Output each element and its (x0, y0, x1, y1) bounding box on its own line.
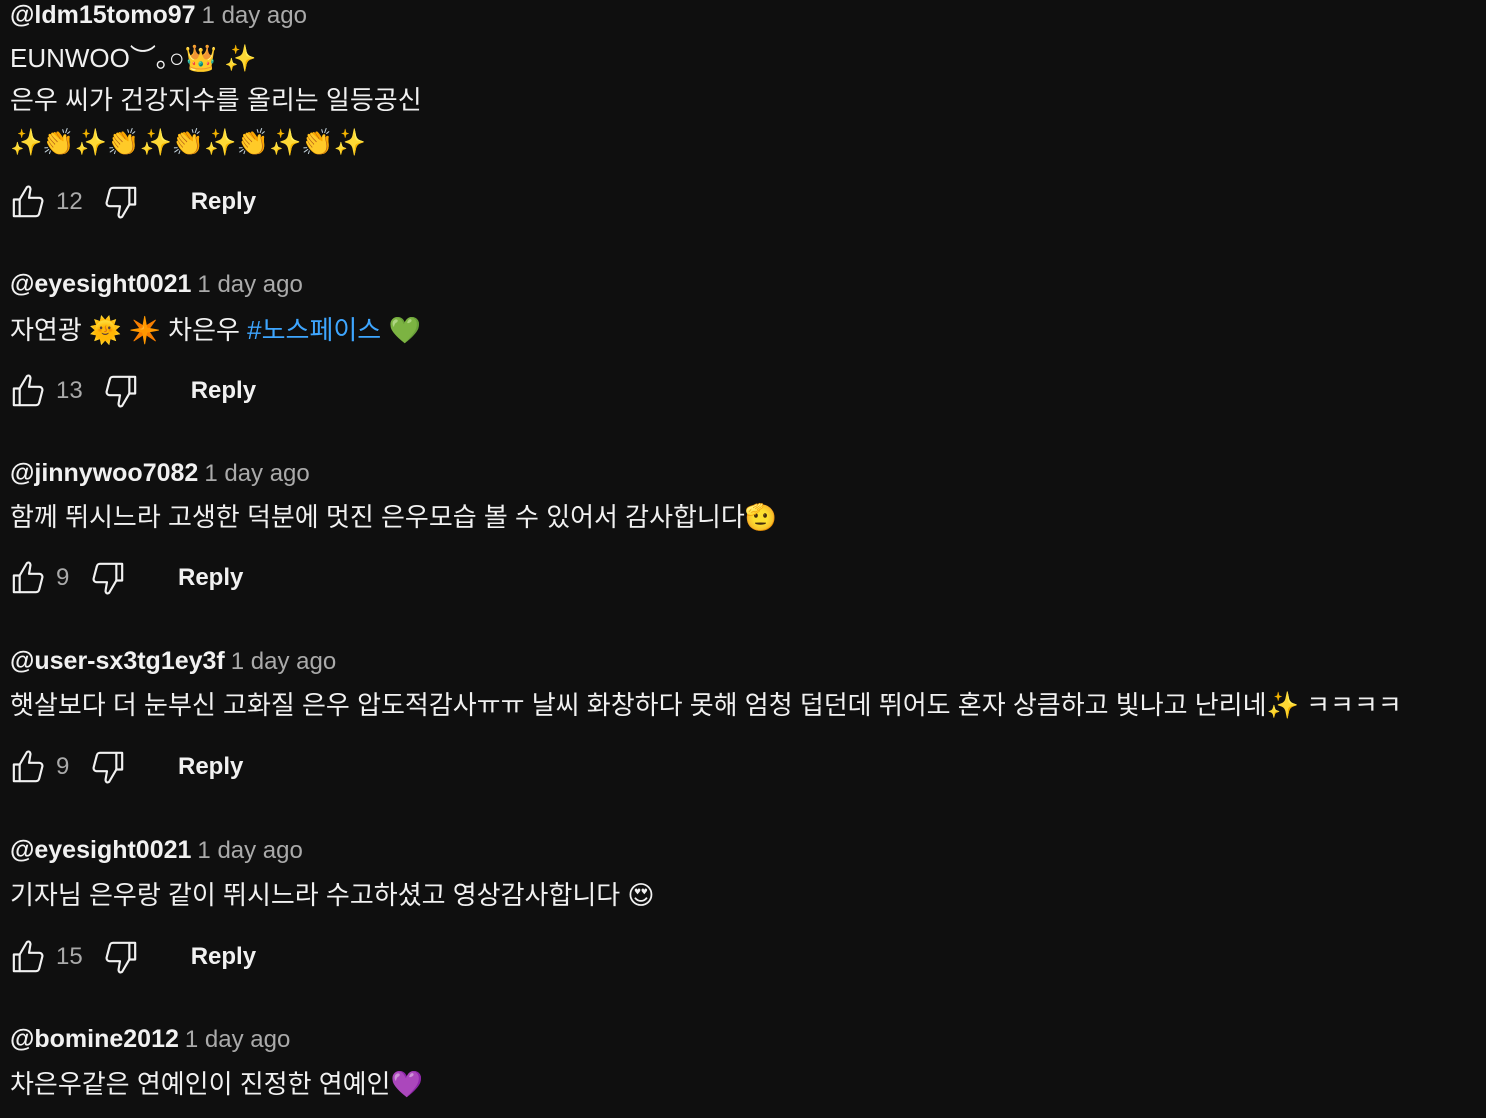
like-count: 15 (56, 943, 83, 970)
comment-action-bar: 15 Reply (6, 935, 256, 979)
comment-author[interactable]: @bomine2012 (10, 1025, 179, 1053)
thumbs-up-icon (12, 561, 44, 594)
comment-text-line: 햇살보다 더 눈부신 고화질 은우 압도적감사ㅠㅠ 날씨 화창하다 못해 엄청 … (10, 684, 1402, 726)
like-button[interactable] (6, 935, 50, 979)
comment-text: 함께 뛰시느라 고생한 덕분에 멋진 은우모습 볼 수 있어서 감사합니다🫡 (10, 496, 777, 538)
reply-button[interactable]: Reply (191, 943, 256, 971)
comment-header: @eyesight0021 1 day ago (10, 269, 303, 299)
comment-text-segment: EUNWOO︶｡○👑 ✨ (10, 43, 257, 73)
comment-text: EUNWOO︶｡○👑 ✨ 은우 씨가 건강지수를 올리는 일등공신 ✨👏✨👏✨👏✨👏… (10, 37, 422, 163)
comment-text: 햇살보다 더 눈부신 고화질 은우 압도적감사ㅠㅠ 날씨 화창하다 못해 엄청 … (10, 684, 1402, 726)
comment-text-segment: 햇살보다 더 눈부신 고화질 은우 압도적감사ㅠㅠ 날씨 화창하다 못해 엄청 … (10, 690, 1402, 720)
comment-action-bar: 12 Reply (6, 180, 256, 224)
comment-timestamp[interactable]: 1 day ago (185, 1026, 290, 1053)
thumbs-down-icon (105, 375, 136, 408)
reply-button[interactable]: Reply (191, 377, 256, 405)
reply-button[interactable]: Reply (178, 753, 243, 781)
dislike-button[interactable] (99, 369, 143, 413)
like-count: 9 (56, 564, 70, 591)
comment-text: 자연광 🌞 ✴️ 차은우 #노스페이스 💚 (10, 309, 421, 351)
comment-timestamp[interactable]: 1 day ago (197, 837, 302, 864)
comment-author[interactable]: @user-sx3tg1ey3f (10, 647, 225, 675)
comment-timestamp[interactable]: 1 day ago (197, 271, 302, 298)
comment-author[interactable]: @jinnywoo7082 (10, 459, 198, 487)
like-count: 9 (56, 753, 70, 780)
comment-header: @bomine2012 1 day ago (10, 1024, 290, 1054)
comment-text-segment: 💚 (381, 315, 421, 345)
thumbs-up-icon (12, 185, 44, 218)
thumbs-down-icon (92, 562, 124, 595)
thumbs-up-icon (12, 374, 44, 407)
comment-text-line: 은우 씨가 건강지수를 올리는 일등공신 (10, 79, 422, 121)
like-button[interactable] (6, 369, 50, 413)
comment-header: @ldm15tomo97 1 day ago (10, 0, 307, 30)
comment-action-bar: 13 Reply (6, 369, 256, 413)
comment-timestamp[interactable]: 1 day ago (202, 2, 307, 29)
comment-text-line: 차은우같은 연예인이 진정한 연예인💜 (10, 1063, 423, 1105)
comment-author[interactable]: @eyesight0021 (10, 270, 191, 298)
comment-text-segment: 함께 뛰시느라 고생한 덕분에 멋진 은우모습 볼 수 있어서 감사합니다🫡 (10, 502, 778, 532)
comment-text-segment: 자연광 🌞 ✴️ 차은우 (10, 315, 248, 345)
thumbs-down-icon (92, 751, 124, 784)
comment-text-line: ✨👏✨👏✨👏✨👏✨👏✨ (10, 121, 422, 163)
comment-text-line: 자연광 🌞 ✴️ 차은우 #노스페이스 💚 (10, 309, 421, 351)
comment-header: @jinnywoo7082 1 day ago (10, 458, 310, 488)
like-count: 13 (56, 377, 83, 404)
hashtag-link[interactable]: #노스페이스 (247, 315, 381, 345)
thumbs-up-icon (12, 750, 44, 783)
like-count: 12 (56, 188, 83, 215)
thumbs-up-icon (12, 940, 44, 973)
dislike-button[interactable] (86, 745, 130, 789)
reply-button[interactable]: Reply (178, 564, 243, 592)
reply-button[interactable]: Reply (191, 188, 256, 216)
thumbs-down-icon (105, 186, 136, 219)
like-button[interactable] (6, 556, 50, 600)
thumbs-down-icon (105, 941, 136, 974)
dislike-button[interactable] (99, 935, 143, 979)
comment-header: @user-sx3tg1ey3f 1 day ago (10, 646, 336, 676)
dislike-button[interactable] (99, 180, 143, 224)
comment-author[interactable]: @ldm15tomo97 (10, 1, 196, 29)
comment-timestamp[interactable]: 1 day ago (204, 460, 309, 487)
dislike-button[interactable] (86, 556, 130, 600)
like-button[interactable] (6, 180, 50, 224)
comment-text-segment: 은우 씨가 건강지수를 올리는 일등공신 (10, 85, 422, 115)
comment-text-line: 함께 뛰시느라 고생한 덕분에 멋진 은우모습 볼 수 있어서 감사합니다🫡 (10, 496, 777, 538)
comment-text: 차은우같은 연예인이 진정한 연예인💜 (10, 1063, 423, 1105)
comment-text-segment: 기자님 은우랑 같이 뛰시느라 수고하셨고 영상감사합니다 😍 (10, 880, 655, 910)
comment-text-segment: ✨👏✨👏✨👏✨👏✨👏✨ (10, 127, 367, 157)
comment-author[interactable]: @eyesight0021 (10, 836, 191, 864)
comment-text-line: EUNWOO︶｡○👑 ✨ (10, 37, 422, 79)
comment-header: @eyesight0021 1 day ago (10, 835, 303, 865)
comment-text-line: 기자님 은우랑 같이 뛰시느라 수고하셨고 영상감사합니다 😍 (10, 874, 655, 916)
like-button[interactable] (6, 745, 50, 789)
comment-timestamp[interactable]: 1 day ago (231, 648, 336, 675)
comment-action-bar: 9 Reply (6, 556, 243, 600)
comment-action-bar: 9 Reply (6, 745, 243, 789)
comment-text-segment: 차은우같은 연예인이 진정한 연예인💜 (10, 1069, 423, 1099)
comment-text: 기자님 은우랑 같이 뛰시느라 수고하셨고 영상감사합니다 😍 (10, 874, 655, 916)
